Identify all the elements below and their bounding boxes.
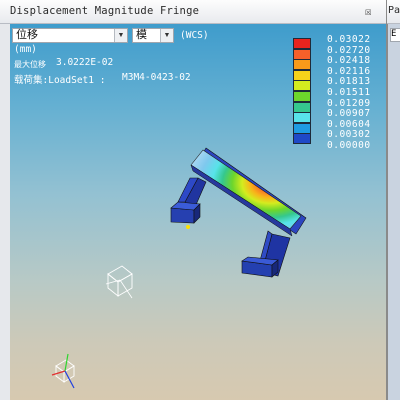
adjacent-panel: Pa E (387, 0, 400, 400)
fringe-window: Displacement Magnitude Fringe ☒ 位移 ▼ 模 ▼… (0, 0, 387, 400)
model-viewport[interactable]: 位移 ▼ 模 ▼ (WCS) (mm) 最大位移 3.0222E-02 载荷集:… (10, 24, 386, 400)
constraint-marker (186, 225, 190, 229)
adjacent-panel-field[interactable]: E (390, 28, 400, 42)
csys-triad-icon (105, 265, 133, 299)
adjacent-panel-field-value: E (391, 29, 397, 39)
left-leg (170, 177, 207, 229)
world-triad-icon (51, 353, 75, 389)
adjacent-panel-titlebar[interactable]: Pa (387, 0, 400, 24)
adjacent-panel-title: Pa (388, 5, 400, 16)
window-title: Displacement Magnitude Fringe (10, 5, 200, 17)
top-plate (190, 147, 307, 237)
model-graphic (51, 147, 307, 389)
close-icon[interactable]: ☒ (365, 5, 372, 18)
window-titlebar[interactable]: Displacement Magnitude Fringe ☒ (0, 0, 386, 24)
adjacent-panel-body: E (387, 24, 400, 400)
left-border-strip (0, 24, 10, 400)
right-leg (241, 230, 291, 278)
